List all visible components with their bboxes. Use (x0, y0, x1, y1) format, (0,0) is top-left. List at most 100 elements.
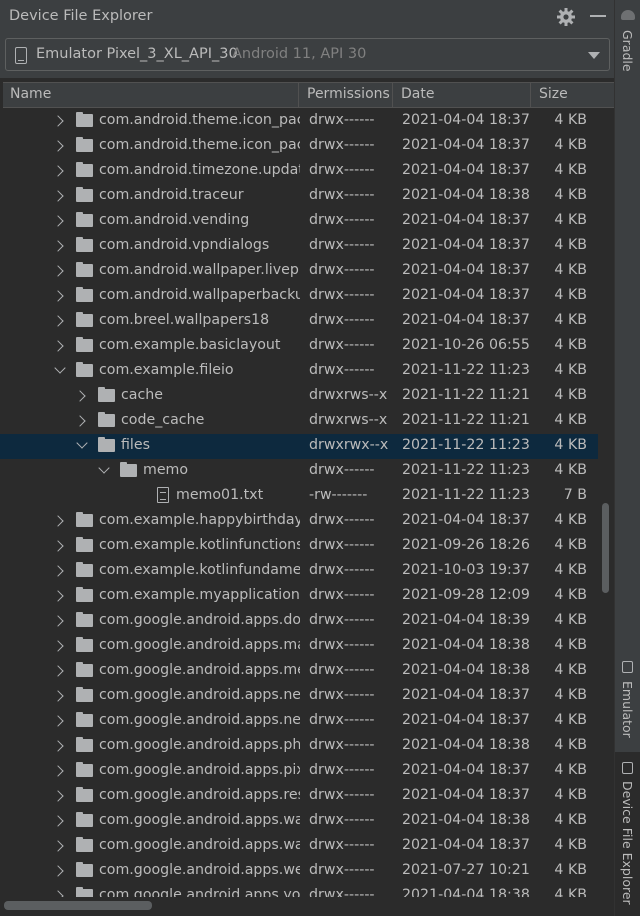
folder-row[interactable]: com.example.myapplication drwx------ 2021-… (0, 584, 598, 609)
folder-row[interactable]: com.google.android.apps.wellbeing drwx---… (0, 859, 598, 884)
column-header-date[interactable]: Date (401, 86, 434, 102)
name-cell: com.google.android.apps.wallpaper.nexus (99, 837, 300, 853)
folder-row[interactable]: com.google.android.apps.maps drwx------ 20… (0, 634, 598, 659)
vertical-scrollbar[interactable] (602, 503, 609, 593)
column-header-size[interactable]: Size (539, 86, 568, 102)
chevron-right-icon[interactable] (52, 515, 64, 527)
column-divider[interactable] (298, 83, 299, 107)
folder-row[interactable]: com.example.fileio drwx------ 2021-11-22 1… (0, 359, 598, 384)
chevron-right-icon[interactable] (52, 615, 64, 627)
device-dropdown[interactable]: Emulator Pixel_3_XL_API_30 Android 11, A… (5, 38, 610, 71)
folder-row[interactable]: com.android.theme.icon_pack.circular.and… (0, 109, 598, 134)
name-cell: com.android.timezone.updater (99, 162, 300, 178)
chevron-right-icon[interactable] (52, 565, 64, 577)
folder-row[interactable]: com.breel.wallpapers18 drwx------ 2021-04-… (0, 309, 598, 334)
folder-row[interactable]: com.google.android.apps.photos drwx------… (0, 734, 598, 759)
chevron-right-icon[interactable] (52, 140, 64, 152)
folder-row[interactable]: com.example.kotlinfunctions drwx------ 202… (0, 534, 598, 559)
folder-row[interactable]: com.example.kotlinfundamentals drwx------… (0, 559, 598, 584)
chevron-right-icon[interactable] (52, 115, 64, 127)
gear-icon[interactable] (556, 7, 576, 27)
folder-row[interactable]: com.android.timezone.updater drwx------ 20… (0, 159, 598, 184)
chevron-right-icon[interactable] (52, 815, 64, 827)
folder-row[interactable]: code_cache drwxrws--x 2021-11-22 11:21 4 KB (0, 409, 598, 434)
name-cell: com.google.android.apps.nexuslauncher (99, 687, 300, 703)
column-header-permissions[interactable]: Permissions (307, 86, 390, 102)
chevron-down-icon[interactable] (54, 362, 66, 374)
folder-row[interactable]: com.google.android.apps.wallpaper drwx---… (0, 809, 598, 834)
chevron-right-icon[interactable] (52, 890, 64, 897)
chevron-right-icon[interactable] (52, 690, 64, 702)
size-cell: 4 KB (554, 262, 587, 278)
folder-row[interactable]: com.google.android.apps.nexuslauncher drw… (0, 684, 598, 709)
folder-row[interactable]: com.google.android.apps.youtube.music drw… (0, 884, 598, 897)
column-divider[interactable] (392, 83, 393, 107)
folder-row[interactable]: com.android.traceur drwx------ 2021-04-04 … (0, 184, 598, 209)
chevron-right-icon[interactable] (52, 240, 64, 252)
date-cell: 2021-10-03 19:37 (402, 562, 530, 578)
chevron-right-icon[interactable] (52, 740, 64, 752)
permissions-cell: drwxrws--x (309, 412, 388, 428)
chevron-right-icon[interactable] (52, 215, 64, 227)
chevron-right-icon[interactable] (52, 640, 64, 652)
chevron-down-icon[interactable] (76, 437, 88, 449)
folder-row[interactable]: com.google.android.apps.messaging drwx---… (0, 659, 598, 684)
chevron-right-icon[interactable] (52, 715, 64, 727)
file-row[interactable]: memo01.txt -rw------- 2021-11-22 11:23 7 B (0, 484, 598, 509)
name-cell: com.android.wallpaper.livepicker (99, 262, 300, 278)
folder-row[interactable]: com.android.wallpaperbackup drwx------ 202… (0, 284, 598, 309)
chevron-right-icon[interactable] (52, 590, 64, 602)
chevron-right-icon[interactable] (52, 665, 64, 677)
date-cell: 2021-04-04 18:37 (402, 837, 530, 853)
permissions-cell: drwx------ (309, 687, 375, 703)
folder-icon (76, 512, 93, 527)
chevron-right-icon[interactable] (52, 315, 64, 327)
folder-row[interactable]: com.android.vending drwx------ 2021-04-04 … (0, 209, 598, 234)
column-divider[interactable] (530, 83, 531, 107)
date-cell: 2021-11-22 11:23 (402, 487, 530, 503)
tool-tab-device-file-explorer[interactable]: Device File Explorer (615, 752, 640, 916)
folder-row[interactable]: files drwxrwx--x 2021-11-22 11:23 4 KB (0, 434, 598, 459)
folder-row[interactable]: com.google.android.apps.pixelmigrate drwx… (0, 759, 598, 784)
chevron-right-icon[interactable] (52, 265, 64, 277)
chevron-right-icon[interactable] (74, 415, 86, 427)
chevron-right-icon[interactable] (52, 540, 64, 552)
permissions-cell: drwxrws--x (309, 387, 388, 403)
chevron-right-icon[interactable] (52, 790, 64, 802)
chevron-right-icon[interactable] (74, 390, 86, 402)
folder-row[interactable]: com.example.basiclayout drwx------ 2021-10… (0, 334, 598, 359)
chevron-right-icon[interactable] (52, 165, 64, 177)
folder-row[interactable]: com.example.happybirthday drwx------ 2021-… (0, 509, 598, 534)
chevron-right-icon[interactable] (52, 190, 64, 202)
tool-tab-gradle[interactable]: Gradle (615, 0, 640, 80)
chevron-right-icon[interactable] (52, 290, 64, 302)
size-cell: 4 KB (554, 362, 587, 378)
folder-row[interactable]: memo drwx------ 2021-11-22 11:23 4 KB (0, 459, 598, 484)
chevron-right-icon[interactable] (52, 340, 64, 352)
folder-row[interactable]: com.android.vpndialogs drwx------ 2021-04-… (0, 234, 598, 259)
date-cell: 2021-04-04 18:37 (402, 687, 530, 703)
size-cell: 4 KB (554, 637, 587, 653)
date-cell: 2021-09-28 12:09 (402, 587, 530, 603)
date-cell: 2021-04-04 18:38 (402, 662, 530, 678)
chevron-right-icon[interactable] (52, 765, 64, 777)
folder-row[interactable]: com.google.android.apps.restore drwx-----… (0, 784, 598, 809)
folder-row[interactable]: com.google.android.apps.wallpaper.nexus d… (0, 834, 598, 859)
folder-row[interactable]: cache drwxrws--x 2021-11-22 11:21 4 KB (0, 384, 598, 409)
name-cell: com.example.myapplication (99, 587, 300, 603)
minimize-icon[interactable] (590, 15, 606, 17)
chevron-right-icon[interactable] (52, 865, 64, 877)
column-header-name[interactable]: Name (10, 86, 51, 102)
horizontal-scrollbar[interactable] (4, 901, 152, 910)
chevron-right-icon[interactable] (52, 840, 64, 852)
permissions-cell: drwx------ (309, 362, 375, 378)
tool-tab-emulator[interactable]: Emulator (615, 655, 640, 745)
device-api-level: Android 11, API 30 (232, 46, 367, 62)
folder-row[interactable]: com.google.android.apps.nexuslauncher.ov… (0, 709, 598, 734)
chevron-down-icon[interactable] (98, 462, 110, 474)
folder-row[interactable]: com.android.wallpaper.livepicker drwx----… (0, 259, 598, 284)
folder-row[interactable]: com.android.theme.icon_pack.filled.andro… (0, 134, 598, 159)
folder-icon (76, 112, 93, 127)
permissions-cell: drwx------ (309, 762, 375, 778)
folder-row[interactable]: com.google.android.apps.docs drwx------ 20… (0, 609, 598, 634)
